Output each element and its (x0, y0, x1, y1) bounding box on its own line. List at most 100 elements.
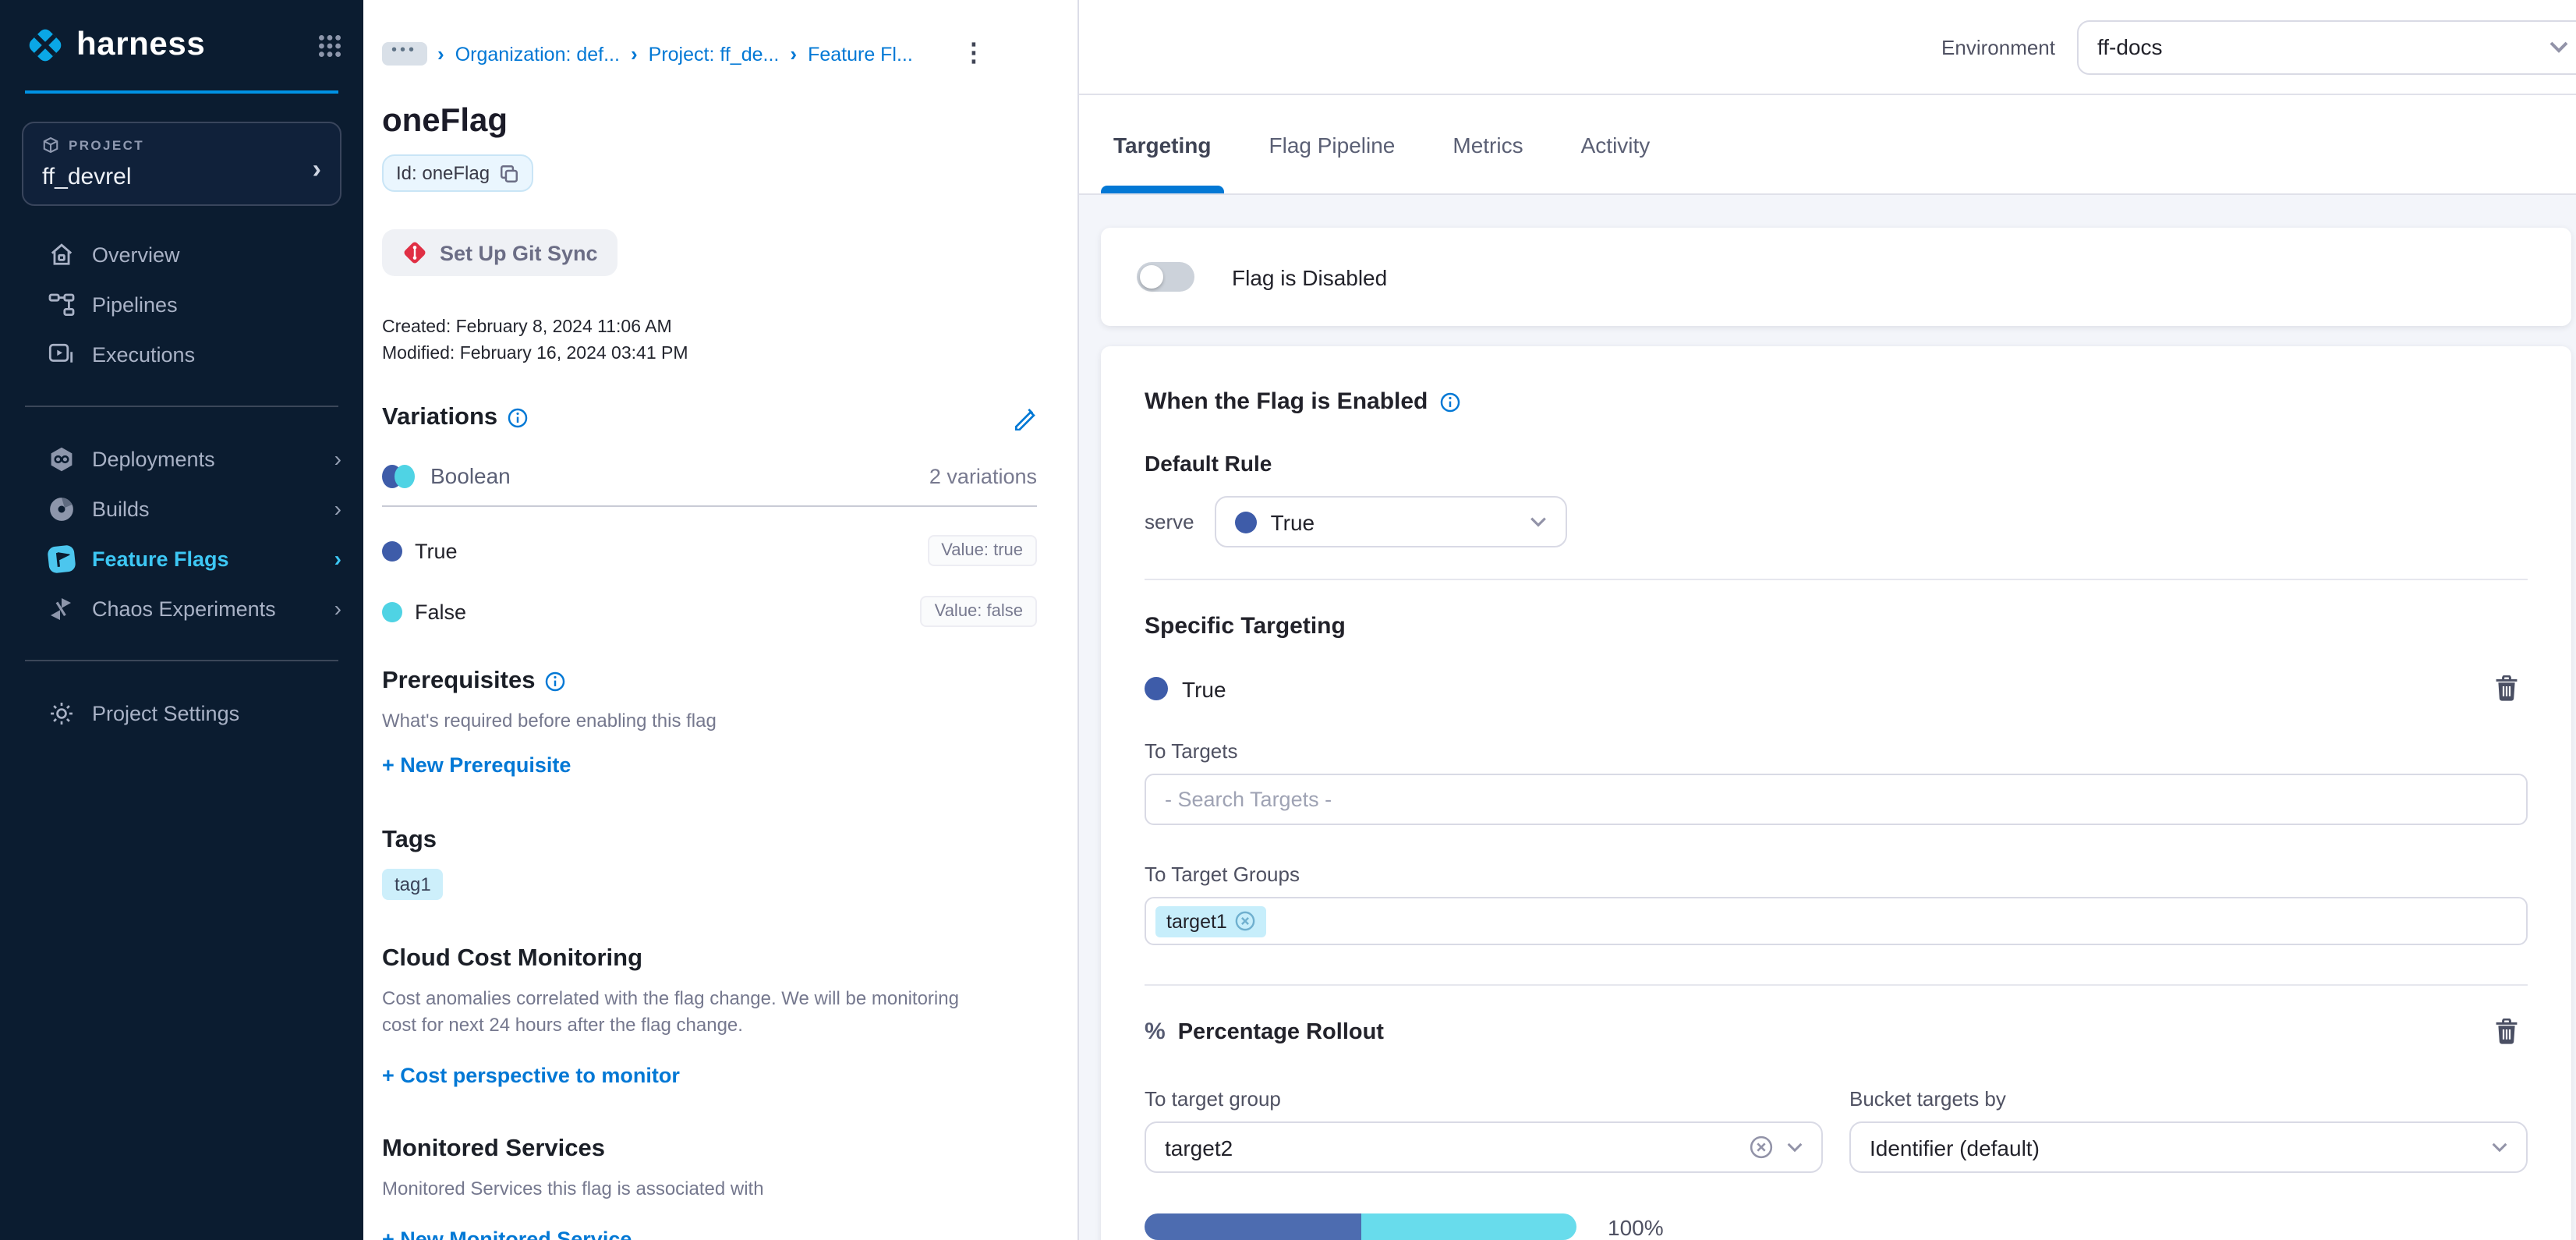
sidebar-item-pipelines[interactable]: Pipelines (0, 279, 363, 329)
targeting-content: Flag is Disabled When the Flag is Enable… (1079, 195, 2576, 1240)
executions-icon (47, 342, 75, 366)
sidebar-item-deployments[interactable]: Deployments › (0, 434, 363, 484)
chaos-experiments-icon (47, 597, 75, 620)
flag-id-chip[interactable]: Id: oneFlag (382, 154, 533, 192)
search-targets-input[interactable] (1145, 774, 2528, 825)
bucket-targets-by-select[interactable]: Identifier (default) (1849, 1121, 2528, 1173)
breadcrumb-project-link[interactable]: Project: ff_de... (649, 43, 780, 65)
project-selector[interactable]: PROJECT ff_devrel › (22, 122, 341, 206)
tab-metrics[interactable]: Metrics (1453, 95, 1523, 193)
app-grid-icon[interactable] (318, 34, 341, 57)
variation-name: True (1182, 676, 1226, 701)
environment-value: ff-docs (2097, 34, 2163, 59)
tab-flag-pipeline[interactable]: Flag Pipeline (1269, 95, 1396, 193)
cloud-cost-heading: Cloud Cost Monitoring (382, 945, 642, 973)
sidebar-item-feature-flags[interactable]: Feature Flags › (0, 533, 363, 583)
delete-rollout-trash-icon[interactable] (2495, 1019, 2518, 1045)
sidebar-item-executions[interactable]: Executions (0, 329, 363, 379)
project-name: ff_devrel (42, 164, 324, 190)
sidebar: harness PROJECT (0, 0, 363, 1240)
set-up-git-sync-button[interactable]: Set Up Git Sync (382, 229, 618, 276)
chevron-down-icon (2549, 41, 2568, 53)
modified-date: Modified: February 16, 2024 03:41 PM (382, 345, 1037, 363)
percentage-rollout-row: % Percentage Rollout (1145, 1019, 2528, 1045)
rollout-target-group-value: target2 (1165, 1135, 1233, 1160)
info-icon[interactable] (544, 671, 566, 693)
tab-activity[interactable]: Activity (1581, 95, 1651, 193)
breadcrumb-ellipsis-icon[interactable]: ••• (382, 42, 426, 66)
new-monitored-service-link[interactable]: + New Monitored Service (382, 1228, 632, 1240)
prerequisites-description: What's required before enabling this fla… (382, 708, 998, 735)
percentage-rollout-heading: Percentage Rollout (1178, 1019, 1384, 1044)
sidebar-item-builds[interactable]: Builds › (0, 484, 363, 533)
to-target-group-label: To target group (1145, 1087, 1823, 1111)
breadcrumb-feature-flags-link[interactable]: Feature Fl... (808, 43, 913, 65)
bucket-targets-by-label: Bucket targets by (1849, 1087, 2528, 1111)
sidebar-item-label: Pipelines (92, 292, 178, 316)
remove-chip-icon[interactable] (1235, 911, 1255, 931)
sidebar-item-label: Builds (92, 497, 150, 520)
sidebar-accent-divider (25, 90, 338, 94)
variation-name: False (415, 600, 466, 623)
default-serve-select[interactable]: True (1215, 496, 1567, 547)
chevron-right-icon: › (334, 546, 341, 571)
delete-targeting-trash-icon[interactable] (2495, 675, 2518, 702)
false-variation-dot-icon (382, 601, 402, 622)
sidebar-item-label: Deployments (92, 447, 215, 470)
specific-targeting-variation-row: True (1145, 675, 2528, 702)
more-options-kebab-icon[interactable]: ⋮ (961, 43, 986, 65)
chevron-down-icon (1787, 1142, 1803, 1153)
tab-targeting[interactable]: Targeting (1113, 95, 1212, 193)
sidebar-item-chaos-experiments[interactable]: Chaos Experiments › (0, 583, 363, 633)
sidebar-item-project-settings[interactable]: Project Settings (0, 688, 363, 738)
info-icon[interactable] (1438, 391, 1460, 413)
chevron-right-icon: › (334, 446, 341, 471)
home-icon (47, 242, 75, 267)
copy-icon[interactable] (499, 163, 519, 183)
builds-icon (47, 495, 75, 522)
project-label: PROJECT (69, 137, 144, 153)
sidebar-item-label: Overview (92, 243, 180, 266)
variation-row: False Value: false (382, 594, 1037, 629)
harness-logo-icon[interactable] (25, 25, 65, 66)
to-target-groups-label: To Target Groups (1145, 863, 2528, 886)
variation-count: 2 variations (929, 464, 1037, 487)
flag-detail-panel: ••• › Organization: def... › Project: ff… (363, 0, 1079, 1240)
tag-chip: tag1 (382, 869, 444, 900)
sidebar-item-label: Chaos Experiments (92, 597, 276, 620)
flag-tabs: Targeting Flag Pipeline Metrics Activity (1079, 95, 2576, 195)
chevron-right-icon: › (313, 154, 321, 186)
sidebar-item-label: Project Settings (92, 701, 239, 725)
rollout-distribution-row: 100% (1145, 1213, 2528, 1240)
edit-variations-pencil-icon[interactable] (1012, 406, 1037, 430)
true-variation-dot-icon (1235, 511, 1257, 533)
rollout-total-percent: 100% (1608, 1214, 1664, 1239)
chevron-right-icon: › (437, 42, 444, 66)
target-groups-input[interactable]: target1 (1145, 897, 2528, 945)
sidebar-item-overview[interactable]: Overview (0, 229, 363, 279)
info-icon[interactable] (507, 407, 529, 429)
git-sync-label: Set Up Git Sync (440, 241, 598, 264)
breadcrumb-organization-link[interactable]: Organization: def... (455, 43, 620, 65)
targeting-rules-card: When the Flag is Enabled Default Rule se… (1101, 346, 2571, 1240)
variation-name: True (415, 539, 458, 562)
environment-select[interactable]: ff-docs (2077, 19, 2576, 74)
divider (382, 505, 1037, 507)
brand-name[interactable]: harness (76, 27, 205, 64)
rollout-target-group-select[interactable]: target2 (1145, 1121, 1823, 1173)
gear-icon (47, 700, 75, 726)
rollout-distribution-bar (1145, 1213, 1576, 1240)
chevron-down-icon (1530, 516, 1547, 527)
sidebar-item-label: Executions (92, 342, 195, 366)
default-rule-label: Default Rule (1145, 451, 2528, 476)
flag-enabled-toggle[interactable] (1137, 262, 1194, 292)
pipelines-icon (47, 292, 75, 316)
cost-perspective-link[interactable]: + Cost perspective to monitor (382, 1064, 680, 1087)
environment-label: Environment (1941, 35, 2055, 58)
sidebar-divider (25, 406, 338, 407)
prerequisites-heading: Prerequisites (382, 668, 535, 696)
clear-selection-icon[interactable] (1750, 1135, 1773, 1159)
variations-heading: Variations (382, 404, 497, 432)
app-window: harness PROJECT (0, 0, 2576, 1240)
new-prerequisite-link[interactable]: + New Prerequisite (382, 753, 571, 777)
